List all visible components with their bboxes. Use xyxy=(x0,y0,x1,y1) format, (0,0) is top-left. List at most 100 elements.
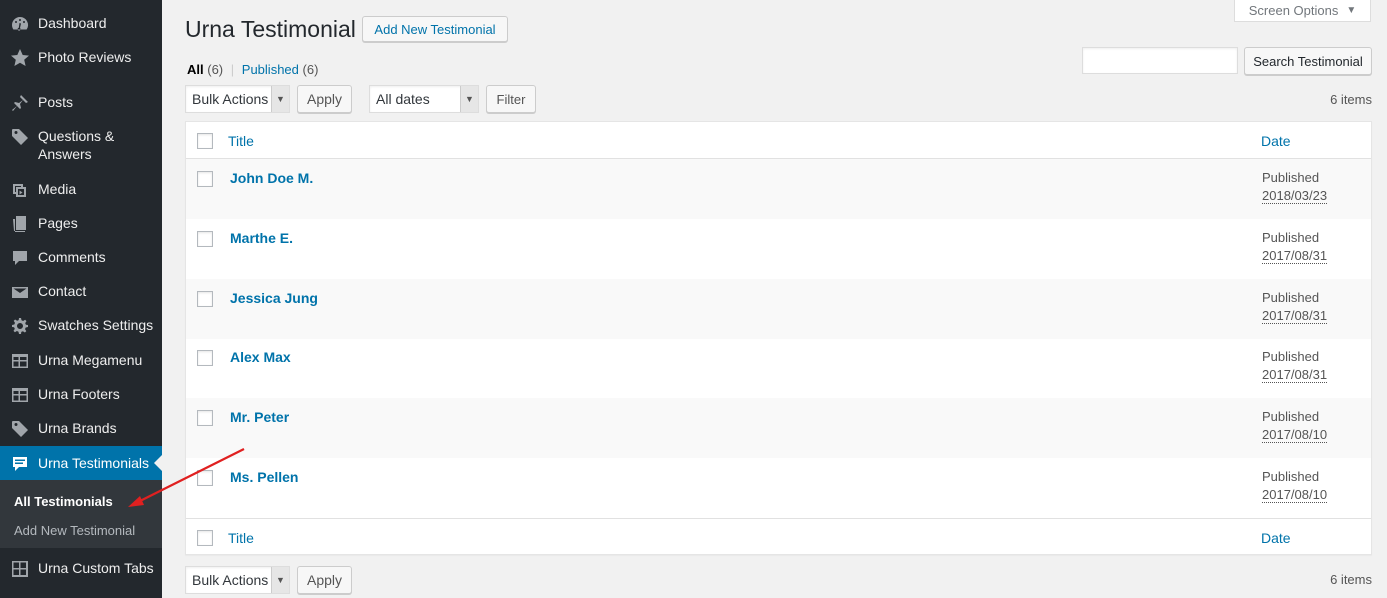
sidebar-item-questions-answers[interactable]: Questions & Answers xyxy=(0,127,162,165)
table-header: Title Date xyxy=(186,122,1371,159)
sidebar-item-urna-custom-tabs[interactable]: Urna Custom Tabs xyxy=(0,559,162,579)
row-date: 2018/03/23 xyxy=(1262,188,1328,204)
row-title-link[interactable]: Ms. Pellen xyxy=(230,469,298,485)
sidebar-item-posts[interactable]: Posts xyxy=(0,93,162,113)
sidebar-item-urna-footers[interactable]: Urna Footers xyxy=(0,385,162,405)
row-date: 2017/08/10 xyxy=(1262,427,1328,443)
table-row: John Doe M. Published 2018/03/23 xyxy=(186,159,1371,219)
testimonials-submenu: All Testimonials Add New Testimonial xyxy=(0,480,162,548)
row-title-link[interactable]: Jessica Jung xyxy=(230,290,318,306)
filter-all-count: (6) xyxy=(207,62,224,77)
sidebar-label-photo-reviews: Photo Reviews xyxy=(38,49,132,65)
row-title-link[interactable]: Marthe E. xyxy=(230,230,293,246)
sidebar-item-urna-brands[interactable]: Urna Brands xyxy=(0,419,162,439)
add-new-testimonial-button[interactable]: Add New Testimonial xyxy=(362,16,508,42)
filter-published-link[interactable]: Published xyxy=(242,62,299,77)
sidebar-item-comments[interactable]: Comments xyxy=(0,248,162,268)
row-status: Published xyxy=(1262,349,1320,364)
sidebar-item-dashboard[interactable]: Dashboard xyxy=(0,14,162,34)
dates-select[interactable]: All dates ▼ xyxy=(369,85,479,113)
table-row: Alex Max Published 2017/08/31 xyxy=(186,338,1371,398)
row-checkbox[interactable] xyxy=(197,231,213,247)
column-title-header[interactable]: Title xyxy=(228,133,254,149)
chevron-down-icon: ▼ xyxy=(460,86,478,112)
gear-icon xyxy=(10,316,30,336)
filter-published-count: (6) xyxy=(302,62,319,77)
tag-icon xyxy=(10,127,30,147)
star-icon xyxy=(10,48,30,68)
row-status: Published xyxy=(1262,230,1320,245)
select-all-checkbox-footer[interactable] xyxy=(197,530,213,546)
column-date-footer[interactable]: Date xyxy=(1261,530,1291,546)
screen-options-button[interactable]: Screen Options ▼ xyxy=(1234,0,1371,22)
sidebar-item-contact[interactable]: Contact xyxy=(0,282,162,302)
sidebar-label-urna-megamenu: Urna Megamenu xyxy=(38,352,143,368)
dashboard-icon xyxy=(10,14,30,34)
caret-down-icon: ▼ xyxy=(1346,5,1357,16)
sidebar-item-media[interactable]: Media xyxy=(0,180,162,200)
sidebar-label-swatches-settings: Swatches Settings xyxy=(38,317,154,333)
table-icon xyxy=(10,351,30,371)
sidebar-item-pages[interactable]: Pages xyxy=(0,214,162,234)
row-checkbox[interactable] xyxy=(197,350,213,366)
filter-button[interactable]: Filter xyxy=(486,85,536,113)
sidebar-label-questions-answers: Questions & Answers xyxy=(38,128,115,162)
sidebar-label-media: Media xyxy=(38,181,77,197)
sidebar-label-urna-brands: Urna Brands xyxy=(38,420,117,436)
search-input[interactable] xyxy=(1082,47,1238,74)
row-date: 2017/08/31 xyxy=(1262,248,1328,264)
row-status: Published xyxy=(1262,290,1320,305)
pin-icon xyxy=(10,93,30,113)
submenu-add-new-testimonial[interactable]: Add New Testimonial xyxy=(14,523,135,538)
row-checkbox[interactable] xyxy=(197,291,213,307)
apply-button-bottom[interactable]: Apply xyxy=(297,566,352,594)
bulk-actions-select-top[interactable]: Bulk Actions ▼ xyxy=(185,85,290,113)
filter-all-link[interactable]: All xyxy=(187,62,204,77)
sidebar-label-posts: Posts xyxy=(38,94,74,110)
submenu-all-testimonials[interactable]: All Testimonials xyxy=(14,494,113,509)
sidebar-label-urna-testimonials: Urna Testimonials xyxy=(38,455,150,471)
tag-icon xyxy=(10,419,30,439)
sidebar-item-photo-reviews[interactable]: Photo Reviews xyxy=(0,48,162,68)
sidebar-item-urna-testimonials[interactable]: Urna Testimonials xyxy=(0,446,162,480)
row-status: Published xyxy=(1262,409,1320,424)
row-status: Published xyxy=(1262,469,1320,484)
comment-icon xyxy=(10,248,30,268)
bulk-actions-select-bottom[interactable]: Bulk Actions ▼ xyxy=(185,566,290,594)
chevron-down-icon: ▼ xyxy=(271,567,289,593)
testimonials-table: Title Date John Doe M. Published 2018/03… xyxy=(185,121,1372,555)
table-icon xyxy=(10,385,30,405)
sidebar-label-comments: Comments xyxy=(38,249,106,265)
table-row: Marthe E. Published 2017/08/31 xyxy=(186,219,1371,279)
status-filter-links: All (6) | Published (6) xyxy=(187,62,318,77)
column-date-header[interactable]: Date xyxy=(1261,133,1291,149)
row-title-link[interactable]: Mr. Peter xyxy=(230,409,289,425)
bulk-actions-value: Bulk Actions xyxy=(192,91,269,107)
row-date: 2017/08/31 xyxy=(1262,367,1328,383)
row-checkbox[interactable] xyxy=(197,470,213,486)
pages-icon xyxy=(10,214,30,234)
chevron-down-icon: ▼ xyxy=(271,86,289,112)
sidebar-item-swatches-settings[interactable]: Swatches Settings xyxy=(0,316,162,336)
search-testimonial-button[interactable]: Search Testimonial xyxy=(1244,47,1372,75)
items-count-bottom: 6 items xyxy=(1330,572,1372,587)
sidebar-label-urna-footers: Urna Footers xyxy=(38,386,120,402)
column-title-footer[interactable]: Title xyxy=(228,530,254,546)
sidebar-label-pages: Pages xyxy=(38,215,78,231)
table-row: Mr. Peter Published 2017/08/10 xyxy=(186,398,1371,458)
row-checkbox[interactable] xyxy=(197,410,213,426)
row-title-link[interactable]: John Doe M. xyxy=(230,170,313,186)
row-date: 2017/08/31 xyxy=(1262,308,1328,324)
row-checkbox[interactable] xyxy=(197,171,213,187)
sidebar-item-urna-megamenu[interactable]: Urna Megamenu xyxy=(0,351,162,371)
row-title-link[interactable]: Alex Max xyxy=(230,349,291,365)
mail-icon xyxy=(10,282,30,302)
sidebar-label-contact: Contact xyxy=(38,283,87,299)
dates-value: All dates xyxy=(376,91,430,107)
apply-button-top[interactable]: Apply xyxy=(297,85,352,113)
select-all-checkbox[interactable] xyxy=(197,133,213,149)
sidebar-label-dashboard: Dashboard xyxy=(38,15,107,31)
page-title: Urna Testimonial xyxy=(185,16,356,42)
table-footer: Title Date xyxy=(186,518,1371,555)
grid-icon xyxy=(10,559,30,579)
